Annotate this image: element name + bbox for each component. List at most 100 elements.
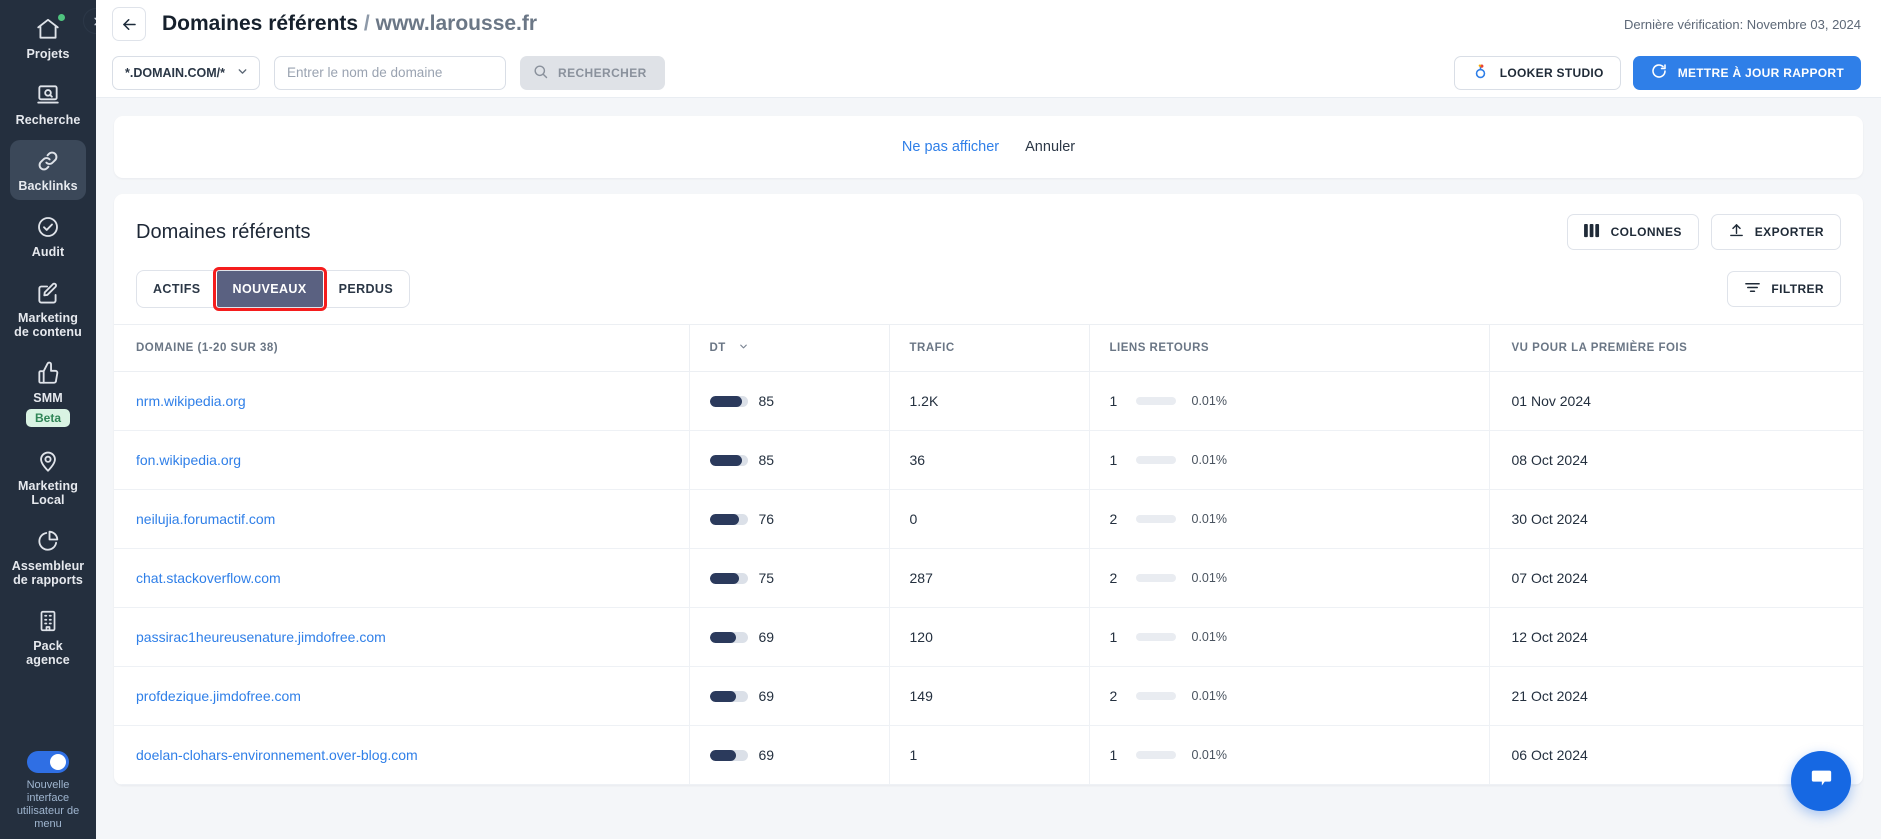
liens-bar xyxy=(1135,456,1176,464)
export-button[interactable]: EXPORTER xyxy=(1710,214,1841,250)
new-ui-toggle[interactable] xyxy=(27,751,69,773)
sidebar-item-projets[interactable]: Projets xyxy=(10,8,86,68)
cell-dt: 69 xyxy=(688,725,889,785)
columns-label: COLONNES xyxy=(1610,225,1682,239)
liens-count: 1 xyxy=(1109,393,1118,409)
dt-score-value: 76 xyxy=(758,511,775,527)
chat-bubble-button[interactable] xyxy=(1791,751,1851,811)
vu-date: 12 Oct 2024 xyxy=(1511,629,1588,645)
looker-studio-icon xyxy=(1471,62,1490,84)
cell-domain: chat.stackoverflow.com xyxy=(114,548,689,608)
filter-wrap: FILTRER xyxy=(1727,271,1841,307)
home-icon xyxy=(35,14,65,42)
domain-link[interactable]: passirac1heureusenature.jimdofree.com xyxy=(136,629,386,645)
notice-cancel-link[interactable]: Annuler xyxy=(1025,139,1075,155)
vu-date: 08 Oct 2024 xyxy=(1511,452,1588,468)
content-area: Ne pas afficher Annuler Domaines référen… xyxy=(96,98,1881,839)
domain-link[interactable]: neilujia.forumactif.com xyxy=(136,511,275,527)
sidebar-item-assembleur-de-rapports[interactable]: Assembleur de rapports xyxy=(10,520,86,594)
chevron-right-icon xyxy=(93,17,96,25)
dt-score-bar xyxy=(709,631,748,643)
pencil-square-icon xyxy=(35,280,61,306)
domain-link[interactable]: profdezique.jimdofree.com xyxy=(136,688,301,704)
vu-date: 30 Oct 2024 xyxy=(1511,511,1588,527)
domain-link[interactable]: doelan-clohars-environnement.over-blog.c… xyxy=(136,747,418,763)
beta-badge: Beta xyxy=(25,409,70,427)
sidebar-item-audit[interactable]: Audit xyxy=(10,206,86,266)
sidebar-item-label: Assembleur de rapports xyxy=(11,559,85,587)
domain-link[interactable]: fon.wikipedia.org xyxy=(136,452,241,468)
tab-perdus[interactable]: PERDUS xyxy=(323,271,410,307)
back-button[interactable] xyxy=(112,7,146,41)
column-header-vu-premiere-fois[interactable]: VU POUR LA PREMIÈRE FOIS xyxy=(1488,324,1863,372)
sidebar-item-label: SMM xyxy=(33,391,63,405)
sidebar-item-label: Backlinks xyxy=(18,179,78,193)
column-header-dt[interactable]: DT xyxy=(688,324,889,372)
pie-chart-icon xyxy=(35,528,61,554)
notification-dot xyxy=(58,14,65,21)
domain-input[interactable] xyxy=(274,55,506,90)
trafic-value: 149 xyxy=(909,688,933,704)
last-check-label: Dernière vérification: Novembre 03, 2024 xyxy=(1623,16,1861,32)
dt-score-bar xyxy=(709,454,748,466)
search-button-label: RECHERCHER xyxy=(558,65,647,80)
sidebar-item-marketing-de-contenu[interactable]: Marketing de contenu xyxy=(10,272,86,346)
domain-link[interactable]: chat.stackoverflow.com xyxy=(136,570,281,586)
page-title-separator: / xyxy=(363,12,370,35)
tab-actifs[interactable]: ACTIFS xyxy=(137,271,217,307)
liens-bar xyxy=(1135,515,1176,523)
columns-button[interactable]: COLONNES xyxy=(1566,214,1699,250)
cell-domain: nrm.wikipedia.org xyxy=(114,371,689,431)
filter-button[interactable]: FILTRER xyxy=(1727,271,1841,307)
tabs-row: ACTIFS NOUVEAUX PERDUS FILTRER xyxy=(114,256,1863,324)
tab-nouveaux[interactable]: NOUVEAUX xyxy=(212,267,327,311)
update-report-label: METTRE À JOUR RAPPORT xyxy=(1677,65,1844,80)
panel-header: Domaines référents COLONNES EXPORTER xyxy=(114,194,1863,256)
cell-liens-retours: 1 0.01% xyxy=(1088,725,1489,785)
domain-link[interactable]: nrm.wikipedia.org xyxy=(136,393,246,409)
sidebar-item-backlinks[interactable]: Backlinks xyxy=(10,140,86,200)
looker-studio-button[interactable]: LOOKER STUDIO xyxy=(1453,55,1621,90)
sidebar-item-recherche[interactable]: Recherche xyxy=(10,74,86,134)
cell-vu-premiere-fois: 21 Oct 2024 xyxy=(1488,666,1863,726)
cell-vu-premiere-fois: 07 Oct 2024 xyxy=(1488,548,1863,608)
sidebar-item-smm[interactable]: SMM Beta xyxy=(10,352,86,434)
search-button[interactable]: RECHERCHER xyxy=(520,55,665,90)
cell-trafic: 120 xyxy=(888,607,1089,667)
search-bar: *.DOMAIN.COM/* RECHERCHER LOOKER STUDIO xyxy=(96,48,1881,98)
notice-dismiss-link[interactable]: Ne pas afficher xyxy=(902,139,999,155)
trafic-value: 287 xyxy=(909,570,933,586)
sidebar-item-label: Pack agence xyxy=(26,639,70,667)
cell-vu-premiere-fois: 30 Oct 2024 xyxy=(1488,489,1863,549)
cell-dt: 85 xyxy=(688,371,889,431)
cell-trafic: 287 xyxy=(888,548,1089,608)
cell-vu-premiere-fois: 08 Oct 2024 xyxy=(1488,430,1863,490)
column-header-liens-retours[interactable]: LIENS RETOURS xyxy=(1088,324,1489,372)
cell-trafic: 149 xyxy=(888,666,1089,726)
cell-trafic: 1.2K xyxy=(888,371,1089,431)
search-screen-icon xyxy=(35,82,61,108)
column-header-domain-label: DOMAINE (1-20 SUR 38) xyxy=(136,342,279,354)
update-report-button[interactable]: METTRE À JOUR RAPPORT xyxy=(1632,55,1861,90)
cell-domain: profdezique.jimdofree.com xyxy=(114,666,689,726)
cell-domain: fon.wikipedia.org xyxy=(114,430,689,490)
refresh-icon xyxy=(1650,62,1668,83)
table-body: nrm.wikipedia.org 85 1.2K 1 0.01% 01 Nov 2024… xyxy=(114,371,1863,785)
filter-label: FILTRER xyxy=(1771,282,1824,296)
thumbs-up-icon xyxy=(35,360,61,386)
cell-liens-retours: 1 0.01% xyxy=(1088,430,1489,490)
status-tabs: ACTIFS NOUVEAUX PERDUS xyxy=(136,267,411,311)
column-header-trafic[interactable]: TRAFIC xyxy=(888,324,1089,372)
sidebar-item-marketing-local[interactable]: Marketing Local xyxy=(10,440,86,514)
dt-score-bar xyxy=(709,513,748,525)
dt-score-value: 85 xyxy=(758,452,775,468)
column-header-domain[interactable]: DOMAINE (1-20 SUR 38) xyxy=(114,324,689,372)
dt-score-value: 69 xyxy=(758,747,775,763)
liens-percent: 0.01% xyxy=(1191,748,1227,762)
liens-count: 1 xyxy=(1109,629,1118,645)
dt-score-bar xyxy=(709,395,748,407)
dt-score-value: 69 xyxy=(758,629,775,645)
sidebar-item-pack-agence[interactable]: Pack agence xyxy=(10,600,86,674)
scope-select[interactable]: *.DOMAIN.COM/* xyxy=(112,55,260,90)
cell-liens-retours: 2 0.01% xyxy=(1088,666,1489,726)
